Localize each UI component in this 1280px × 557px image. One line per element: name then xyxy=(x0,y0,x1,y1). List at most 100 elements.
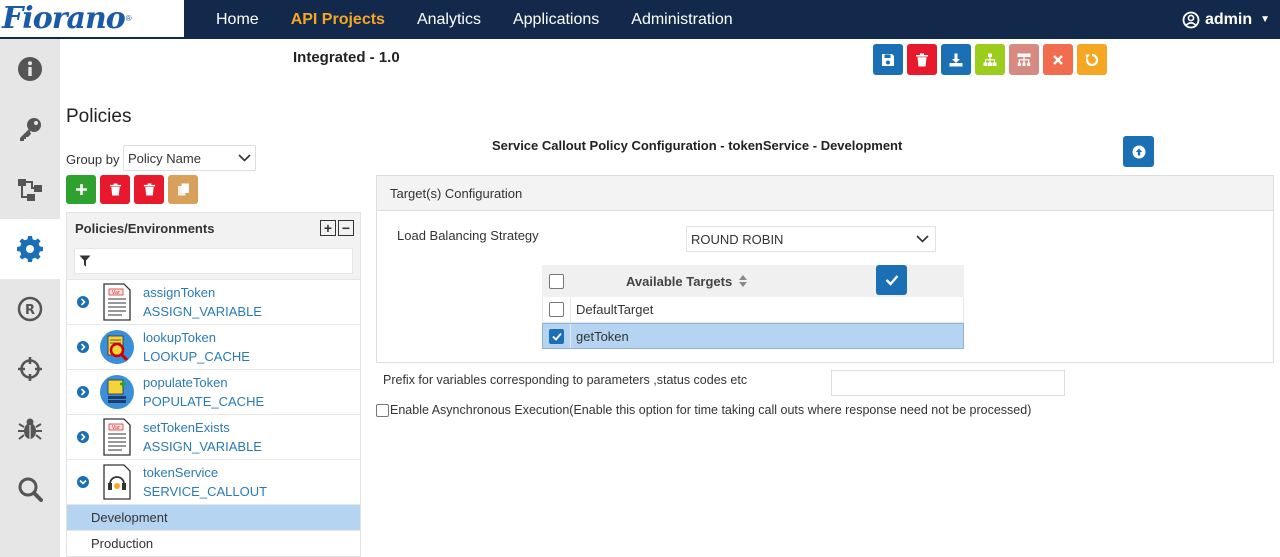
delete-button[interactable] xyxy=(907,44,937,75)
sidebar-key[interactable] xyxy=(0,99,60,159)
policy-item-assigntoken[interactable]: Var assignToken ASSIGN_VARIABLE xyxy=(67,279,360,324)
caret-down-icon: ▼ xyxy=(1260,14,1270,25)
lb-strategy-value: ROUND ROBIN xyxy=(691,231,784,247)
target-name: DefaultTarget xyxy=(576,302,654,317)
target-row-gettoken[interactable]: getToken xyxy=(542,323,964,349)
expand-all-icon[interactable]: + xyxy=(320,220,336,236)
svg-text:Var: Var xyxy=(112,425,121,431)
close-button[interactable] xyxy=(1043,44,1073,75)
chevron-down-icon xyxy=(238,154,251,162)
policy-item-settokenexists[interactable]: Var setTokenExists ASSIGN_VARIABLE xyxy=(67,414,360,459)
sitemap-icon xyxy=(983,53,997,66)
chevron-down-icon[interactable] xyxy=(77,476,89,488)
sidebar-target[interactable] xyxy=(0,339,60,399)
prefix-input[interactable] xyxy=(831,370,1065,396)
policies-tree: Policies/Environments + − Var assignToke… xyxy=(66,212,361,557)
save-button[interactable] xyxy=(873,44,903,75)
delete-policy-button[interactable] xyxy=(100,175,130,204)
copy-policy-button[interactable] xyxy=(168,175,198,204)
tree-header: Policies/Environments + − xyxy=(67,213,360,243)
policies-heading: Policies xyxy=(66,106,132,127)
policy-type: ASSIGN_VARIABLE xyxy=(143,304,262,319)
main-nav: Home API Projects Analytics Applications… xyxy=(200,0,749,39)
nav-api-projects[interactable]: API Projects xyxy=(291,11,385,29)
svg-text:Var: Var xyxy=(112,290,121,296)
group-by-select[interactable]: Policy Name xyxy=(123,145,256,171)
close-icon xyxy=(1053,54,1063,65)
async-label: Enable Asynchronous Execution(Enable thi… xyxy=(390,403,1032,417)
sitemap-button[interactable] xyxy=(975,44,1005,75)
trash-icon xyxy=(109,183,121,196)
env-development[interactable]: Development xyxy=(67,504,360,530)
policy-name: assignToken xyxy=(143,285,216,300)
refresh-icon xyxy=(1085,53,1099,66)
prefix-label: Prefix for variables corresponding to pa… xyxy=(383,373,748,387)
env-production[interactable]: Production xyxy=(67,530,360,556)
nav-applications[interactable]: Applications xyxy=(513,11,599,29)
sidebar-registered[interactable]: R xyxy=(0,279,60,339)
gear-icon xyxy=(17,236,43,262)
bug-icon xyxy=(18,418,42,440)
chevron-right-icon[interactable] xyxy=(77,431,89,443)
policy-type: SERVICE_CALLOUT xyxy=(143,484,268,499)
async-option: Enable Asynchronous Execution(Enable thi… xyxy=(376,403,1031,417)
nav-home[interactable]: Home xyxy=(216,11,259,29)
filter-icon xyxy=(79,255,91,267)
plus-icon xyxy=(75,184,87,195)
key-icon xyxy=(20,118,41,141)
sort-icon xyxy=(739,275,748,287)
service-callout-icon xyxy=(99,463,135,501)
targets-header: Available Targets xyxy=(542,265,964,297)
lb-strategy-select[interactable]: ROUND ROBIN xyxy=(686,226,936,252)
info-icon xyxy=(18,57,42,81)
check-icon xyxy=(885,275,898,286)
targets-table: Available Targets DefaultTarget getToken xyxy=(542,265,964,349)
nav-administration[interactable]: Administration xyxy=(631,11,732,29)
tree-filter xyxy=(67,243,360,279)
download-button[interactable] xyxy=(941,44,971,75)
policy-buttons xyxy=(66,175,202,204)
search-icon xyxy=(18,477,43,502)
targets-header-label: Available Targets xyxy=(626,273,733,289)
refresh-button[interactable] xyxy=(1077,44,1107,75)
project-title: Integrated - 1.0 xyxy=(293,49,400,66)
lookup-cache-icon xyxy=(99,328,135,366)
select-all-checkbox[interactable] xyxy=(549,273,564,289)
hierarchy-button[interactable] xyxy=(1009,44,1039,75)
svg-text:R: R xyxy=(25,303,35,318)
config-title: Service Callout Policy Configuration - t… xyxy=(492,138,903,153)
hierarchy-icon xyxy=(1017,53,1031,66)
sidebar-settings[interactable] xyxy=(0,219,60,279)
collapse-all-icon[interactable]: − xyxy=(338,220,354,236)
trash-icon xyxy=(143,183,155,196)
target-row-defaulttarget[interactable]: DefaultTarget xyxy=(542,297,964,323)
apply-targets-button[interactable] xyxy=(876,265,907,295)
fiorano-logo[interactable]: Fiorano ® xyxy=(0,0,184,39)
assign-variable-icon: Var xyxy=(99,418,135,456)
target-checkbox[interactable] xyxy=(549,328,564,344)
policy-name: setTokenExists xyxy=(143,420,230,435)
group-by-label: Group by xyxy=(66,152,120,167)
download-icon xyxy=(949,53,963,66)
async-checkbox[interactable] xyxy=(376,403,389,417)
chevron-right-icon[interactable] xyxy=(77,296,89,308)
chevron-right-icon[interactable] xyxy=(77,341,89,353)
group-by-value: Policy Name xyxy=(128,150,201,166)
sidebar-search[interactable] xyxy=(0,459,60,519)
delete-all-button[interactable] xyxy=(134,175,164,204)
sidebar-debug[interactable] xyxy=(0,399,60,459)
chevron-right-icon[interactable] xyxy=(77,386,89,398)
user-menu[interactable]: admin ▼ xyxy=(1182,0,1270,39)
policy-item-tokenservice[interactable]: tokenService SERVICE_CALLOUT xyxy=(67,459,360,504)
registered-icon: R xyxy=(17,296,43,322)
target-checkbox[interactable] xyxy=(549,302,564,317)
populate-cache-icon xyxy=(99,373,135,411)
sidebar-info[interactable] xyxy=(0,39,60,99)
sidebar-flow[interactable] xyxy=(0,159,60,219)
upload-button[interactable] xyxy=(1123,136,1154,167)
nav-analytics[interactable]: Analytics xyxy=(417,11,481,29)
add-policy-button[interactable] xyxy=(66,175,96,204)
filter-input[interactable] xyxy=(74,248,353,274)
policy-item-lookuptoken[interactable]: lookupToken LOOKUP_CACHE xyxy=(67,324,360,369)
policy-item-populatetoken[interactable]: populateToken POPULATE_CACHE xyxy=(67,369,360,414)
